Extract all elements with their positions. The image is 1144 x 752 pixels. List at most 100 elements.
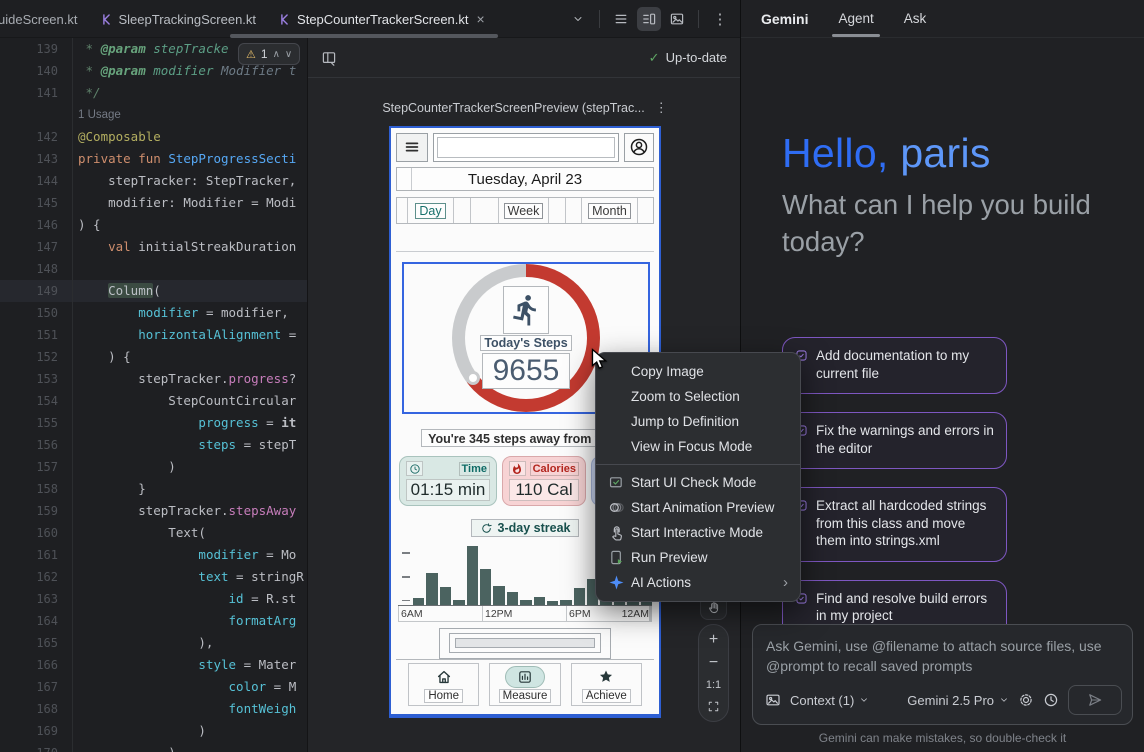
suggestion-card[interactable]: Add documentation to my current file: [782, 337, 1007, 394]
preview-layout-icon[interactable]: [321, 50, 337, 66]
menu-item[interactable]: Start UI Check Mode: [596, 470, 800, 495]
code-view-icon[interactable]: [609, 7, 633, 31]
code-text: ): [58, 720, 206, 742]
menu-item[interactable]: Zoom to Selection: [596, 384, 800, 409]
tab-day[interactable]: Day: [408, 198, 454, 223]
editor-tab[interactable]: SleepTrackingScreen.kt: [89, 0, 268, 38]
usage-hint[interactable]: 1 Usage: [0, 104, 307, 126]
menu-item-label: Start UI Check Mode: [631, 475, 756, 490]
line-number: 146: [0, 214, 58, 236]
line-number: 153: [0, 368, 58, 390]
calories-card[interactable]: Calories 110 Cal: [502, 456, 586, 506]
menu-item[interactable]: AI Actions›: [596, 570, 800, 595]
inspection-widget[interactable]: ⚠ 1 ∧ ∨: [238, 43, 300, 65]
line-number: 154: [0, 390, 58, 412]
more-options-icon[interactable]: ⋮: [708, 7, 732, 31]
tab-label: SleepTrackingScreen.kt: [119, 12, 257, 27]
code-line: 145 modifier: Modifier = Modi: [0, 192, 307, 214]
editor-tab[interactable]: uideScreen.kt: [0, 0, 89, 38]
kotlin-file-icon: [278, 13, 291, 26]
menu-item[interactable]: View in Focus Mode: [596, 434, 800, 459]
prev-issue-icon[interactable]: ∧: [273, 49, 280, 60]
code-text: ),: [58, 632, 213, 654]
tab-week[interactable]: Week: [499, 198, 549, 223]
editor-tab[interactable]: StepCounterTrackerScreen.kt×: [267, 0, 496, 38]
menu-icon[interactable]: [396, 133, 428, 162]
code-line: 163 id = R.st: [0, 588, 307, 610]
code-line: 152 ) {: [0, 346, 307, 368]
tab-month[interactable]: Month: [582, 198, 638, 223]
account-icon[interactable]: [624, 133, 654, 162]
nav-home[interactable]: Home: [408, 663, 479, 706]
achieve-icon: [586, 666, 626, 688]
period-tabs: Day Week Month: [396, 197, 654, 224]
streak-badge: 3-day streak: [471, 519, 580, 537]
status-label: Up-to-date: [666, 50, 727, 65]
suggestion-card[interactable]: Extract all hardcoded strings from this …: [782, 487, 1007, 562]
split-view-icon[interactable]: [637, 7, 661, 31]
spacer: [471, 198, 499, 223]
next-issue-icon[interactable]: ∨: [285, 49, 292, 60]
menu-item-label: View in Focus Mode: [631, 439, 752, 454]
suggestion-card[interactable]: Fix the warnings and errors in the edito…: [782, 412, 1007, 469]
step-progress-ring: Today's Steps 9655: [452, 264, 600, 412]
preview-menu-icon[interactable]: ⋮: [655, 100, 668, 116]
greeting: Hello, paris What can I help you build t…: [782, 130, 1112, 260]
code-line: 158 }: [0, 478, 307, 500]
line-number: 139: [0, 38, 58, 60]
prompt-input[interactable]: Ask Gemini, use @filename to attach sour…: [752, 624, 1133, 725]
menu-item[interactable]: Start Interactive Mode: [596, 520, 800, 545]
line-number: 161: [0, 544, 58, 566]
nav-achieve[interactable]: Achieve: [571, 663, 642, 706]
nav-measure[interactable]: Measure: [489, 663, 560, 706]
preview-toolbar: ✓ Up-to-date: [308, 38, 740, 78]
code-line: 159 stepTracker.stepsAway: [0, 500, 307, 522]
search-input[interactable]: [433, 133, 619, 162]
chevron-down-icon[interactable]: [566, 7, 590, 31]
tab-scrollbar[interactable]: [230, 34, 498, 38]
fire-icon: [509, 461, 526, 476]
menu-item[interactable]: Start Animation Preview: [596, 495, 800, 520]
code-text: */: [58, 82, 101, 104]
model-dropdown[interactable]: Gemini 2.5 Pro: [907, 693, 1009, 708]
code-line: 148: [0, 258, 307, 280]
time-card[interactable]: Time 01:15 min: [399, 456, 497, 506]
zoom-level[interactable]: 1:1: [706, 679, 721, 691]
zoom-in-button[interactable]: +: [709, 633, 718, 647]
chart-bar: [413, 598, 424, 606]
context-dropdown[interactable]: Context (1): [790, 693, 869, 708]
tab-agent[interactable]: Agent: [838, 0, 873, 37]
history-icon[interactable]: [1043, 692, 1059, 708]
code-editor[interactable]: 139 * @param stepTracke140 * @param modi…: [0, 38, 307, 752]
line-number: 168: [0, 698, 58, 720]
code-text: id = R.st: [58, 588, 296, 610]
code-text: fontWeigh: [58, 698, 296, 720]
menu-item-label: Zoom to Selection: [631, 389, 740, 404]
menu-item[interactable]: Run Preview: [596, 545, 800, 570]
code-line: 166 style = Mater: [0, 654, 307, 676]
gear-icon[interactable]: [1018, 692, 1034, 708]
streak-icon: [480, 522, 493, 535]
code-line: 170 ): [0, 742, 307, 752]
preview-title[interactable]: StepCounterTrackerScreenPreview (stepTra…: [363, 100, 687, 116]
send-button[interactable]: [1068, 685, 1122, 715]
line-number: 169: [0, 720, 58, 742]
code-text: color = M: [58, 676, 296, 698]
close-tab-icon[interactable]: ×: [477, 11, 485, 27]
code-line: 169 ): [0, 720, 307, 742]
menu-item-label: Start Interactive Mode: [631, 525, 763, 540]
gemini-title: Gemini: [761, 11, 808, 27]
menu-item[interactable]: Copy Image: [596, 359, 800, 384]
tab-ask[interactable]: Ask: [904, 0, 927, 37]
menu-item[interactable]: Jump to Definition: [596, 409, 800, 434]
progress-handle: [466, 371, 480, 385]
design-view-icon[interactable]: [665, 7, 689, 31]
attach-image-icon[interactable]: [765, 692, 781, 708]
chart-bar: [493, 586, 504, 605]
prompt-placeholder: Ask Gemini, use @filename to attach sour…: [766, 636, 1119, 676]
code-text: ): [58, 742, 176, 752]
zoom-out-button[interactable]: −: [709, 656, 718, 670]
zoom-to-fit-icon[interactable]: [707, 700, 720, 713]
code-line: 151 horizontalAlignment =: [0, 324, 307, 346]
x-label: 12AM: [620, 606, 650, 621]
